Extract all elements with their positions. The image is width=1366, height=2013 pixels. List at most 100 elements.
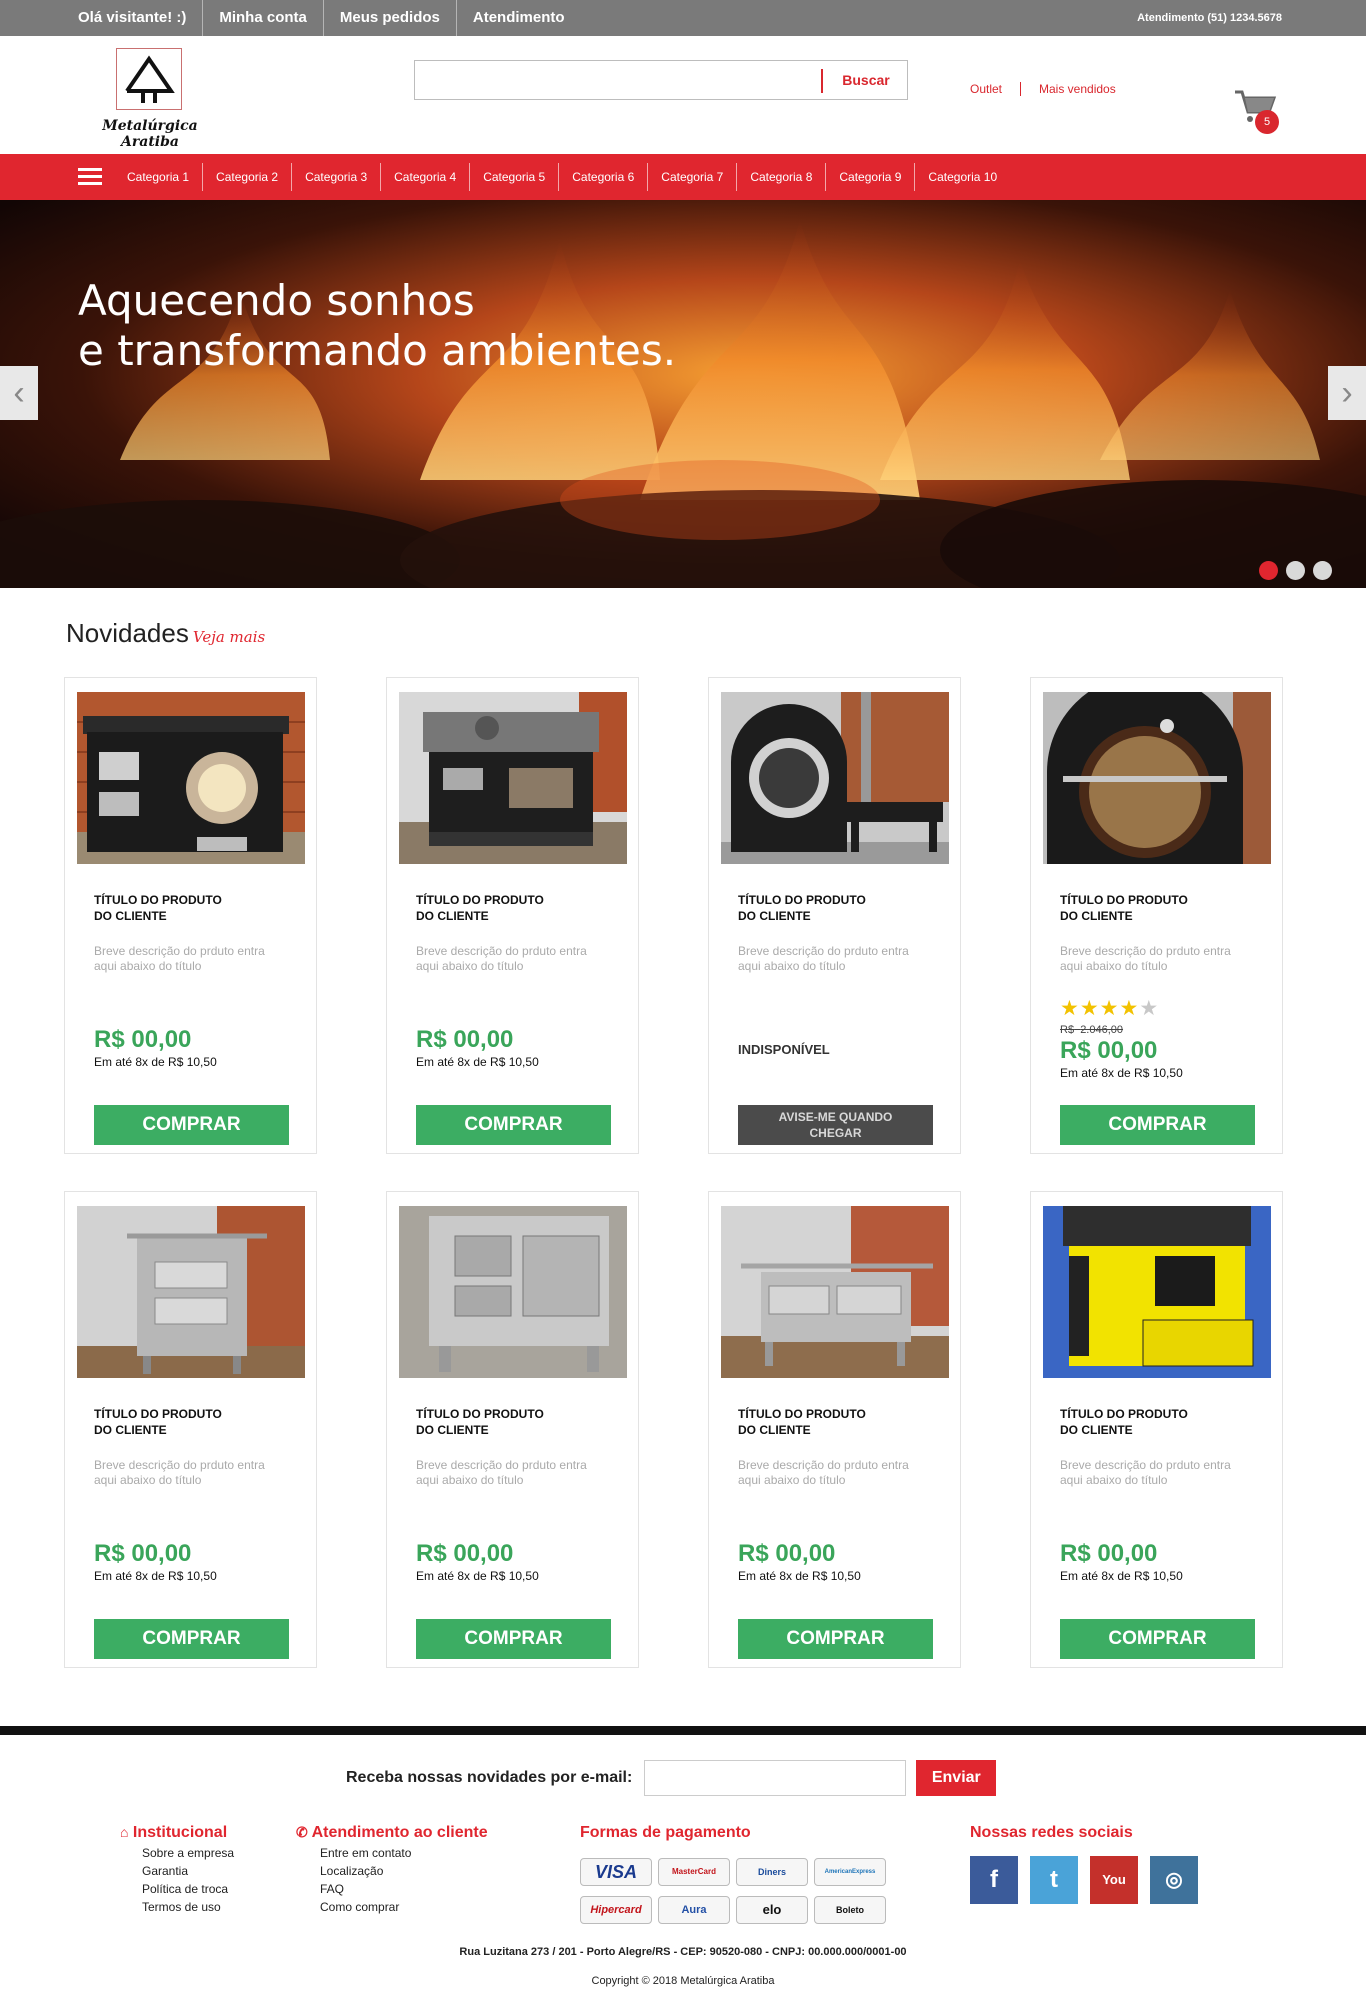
product-card[interactable]: TÍTULO DO PRODUTO DO CLIENTE Breve descr… (1030, 1191, 1283, 1668)
product-image[interactable] (77, 692, 305, 864)
logo[interactable]: Metalúrgica Aratiba (76, 48, 224, 150)
footer-link[interactable]: FAQ (320, 1880, 488, 1898)
search-button[interactable]: Buscar (825, 61, 907, 99)
product-card[interactable]: TÍTULO DO PRODUTO DO CLIENTE Breve descr… (708, 677, 961, 1154)
nav-category-7[interactable]: Categoria 7 (647, 163, 736, 191)
product-installments: Em até 8x de R$ 10,50 (738, 1569, 861, 1583)
buy-button[interactable]: COMPRAR (1060, 1105, 1255, 1145)
footer-link[interactable]: Termos de uso (142, 1898, 234, 1916)
nav-category-6[interactable]: Categoria 6 (558, 163, 647, 191)
star-icon: ★ (1079, 997, 1100, 1020)
old-price: R$ 2.046,00 (1060, 1024, 1124, 1036)
product-image[interactable] (399, 1206, 627, 1378)
menu-icon[interactable] (78, 168, 102, 186)
buy-button[interactable]: COMPRAR (1060, 1619, 1255, 1659)
notify-me-button[interactable]: AVISE-ME QUANDO CHEGAR (738, 1105, 933, 1145)
twitter-icon[interactable]: t (1030, 1856, 1078, 1904)
instagram-icon[interactable]: ◎ (1150, 1856, 1198, 1904)
footer-link[interactable]: Localização (320, 1862, 488, 1880)
top-bar: Olá visitante! :) Minha conta Meus pedid… (0, 0, 1366, 36)
newsletter-email-input[interactable] (644, 1760, 907, 1796)
product-image[interactable] (77, 1206, 305, 1378)
greeting-text: Olá visitante! :) (78, 9, 187, 26)
star-empty-icon: ★ (1139, 997, 1160, 1020)
product-title[interactable]: TÍTULO DO PRODUTO DO CLIENTE (416, 892, 616, 924)
nav-category-4[interactable]: Categoria 4 (380, 163, 469, 191)
footer-link[interactable]: Garantia (142, 1862, 234, 1880)
slider-dot-3[interactable] (1313, 561, 1332, 580)
product-card[interactable]: TÍTULO DO PRODUTO DO CLIENTE Breve descr… (64, 1191, 317, 1668)
product-title[interactable]: TÍTULO DO PRODUTO DO CLIENTE (94, 1406, 294, 1438)
search-separator (821, 69, 823, 93)
product-image[interactable] (1043, 1206, 1271, 1378)
slider-next-button[interactable]: › (1328, 366, 1366, 420)
nav-category-1[interactable]: Categoria 1 (118, 163, 202, 191)
support-link[interactable]: Atendimento (455, 0, 581, 36)
slider-dot-2[interactable] (1286, 561, 1305, 580)
phone-icon: ✆ (296, 1824, 308, 1840)
newsletter-submit-button[interactable]: Enviar (916, 1760, 997, 1796)
elo-icon: elo (736, 1896, 808, 1924)
product-card[interactable]: TÍTULO DO PRODUTO DO CLIENTE Breve descr… (64, 677, 317, 1154)
nav-category-9[interactable]: Categoria 9 (825, 163, 914, 191)
buy-button[interactable]: COMPRAR (738, 1619, 933, 1659)
product-title[interactable]: TÍTULO DO PRODUTO DO CLIENTE (738, 892, 938, 924)
product-price: R$ 00,00 (416, 1026, 514, 1053)
company-address: Rua Luzitana 273 / 201 - Porto Alegre/RS… (459, 1946, 907, 1958)
facebook-icon[interactable]: f (970, 1856, 1018, 1904)
star-icon: ★ (1099, 997, 1120, 1020)
footer-link[interactable]: Entre em contato (320, 1844, 488, 1862)
unavailable-label: INDISPONÍVEL (738, 1042, 830, 1057)
cart-count-badge: 5 (1255, 110, 1279, 134)
best-sellers-link[interactable]: Mais vendidos (1020, 82, 1134, 96)
buy-button[interactable]: COMPRAR (416, 1105, 611, 1145)
product-image[interactable] (1043, 692, 1271, 864)
nav-category-2[interactable]: Categoria 2 (202, 163, 291, 191)
section-title: Novidades Veja mais (66, 618, 265, 649)
aura-icon: Aura (658, 1896, 730, 1924)
buy-button[interactable]: COMPRAR (416, 1619, 611, 1659)
buy-button[interactable]: COMPRAR (94, 1619, 289, 1659)
nav-category-5[interactable]: Categoria 5 (469, 163, 558, 191)
product-card[interactable]: TÍTULO DO PRODUTO DO CLIENTE Breve descr… (708, 1191, 961, 1668)
nav-category-10[interactable]: Categoria 10 (914, 163, 1010, 191)
product-title[interactable]: TÍTULO DO PRODUTO DO CLIENTE (1060, 892, 1260, 924)
product-image[interactable] (721, 692, 949, 864)
product-image[interactable] (721, 1206, 949, 1378)
see-more-link[interactable]: Veja mais (193, 628, 265, 646)
product-title[interactable]: TÍTULO DO PRODUTO DO CLIENTE (94, 892, 294, 924)
cart-button[interactable]: 5 (1233, 90, 1285, 136)
footer-link[interactable]: Como comprar (320, 1898, 488, 1916)
product-installments: Em até 8x de R$ 10,50 (1060, 1569, 1183, 1583)
slider-prev-button[interactable]: ‹ (0, 366, 38, 420)
rating-stars: ★★★★★ (1060, 996, 1159, 1021)
site-header: Metalúrgica Aratiba Buscar Outlet Mais v… (0, 36, 1366, 154)
youtube-icon[interactable]: You (1090, 1856, 1138, 1904)
product-installments: Em até 8x de R$ 10,50 (416, 1055, 539, 1069)
buy-button[interactable]: COMPRAR (94, 1105, 289, 1145)
chevron-left-icon: ‹ (13, 374, 25, 412)
slider-dot-1[interactable] (1259, 561, 1278, 580)
logo-text: Metalúrgica Aratiba (102, 118, 198, 150)
logo-emblem (116, 48, 182, 110)
product-title[interactable]: TÍTULO DO PRODUTO DO CLIENTE (1060, 1406, 1260, 1438)
product-title[interactable]: TÍTULO DO PRODUTO DO CLIENTE (738, 1406, 938, 1438)
my-account-link[interactable]: Minha conta (202, 0, 323, 36)
product-card[interactable]: TÍTULO DO PRODUTO DO CLIENTE Breve descr… (386, 677, 639, 1154)
nav-category-8[interactable]: Categoria 8 (736, 163, 825, 191)
product-card[interactable]: TÍTULO DO PRODUTO DO CLIENTE Breve descr… (386, 1191, 639, 1668)
product-title[interactable]: TÍTULO DO PRODUTO DO CLIENTE (416, 1406, 616, 1438)
search-input[interactable] (415, 61, 821, 99)
mastercard-icon: MasterCard (658, 1858, 730, 1886)
outlet-link[interactable]: Outlet (970, 82, 1020, 96)
my-orders-link[interactable]: Meus pedidos (322, 0, 456, 36)
footer-payment: Formas de pagamento (580, 1824, 751, 1844)
footer-link[interactable]: Política de troca (142, 1880, 234, 1898)
product-card[interactable]: TÍTULO DO PRODUTO DO CLIENTE Breve descr… (1030, 677, 1283, 1154)
nav-category-3[interactable]: Categoria 3 (291, 163, 380, 191)
category-nav: Categoria 1 Categoria 2 Categoria 3 Cate… (0, 154, 1366, 200)
tree-icon (125, 55, 175, 103)
star-icon: ★ (1119, 997, 1140, 1020)
product-image[interactable] (399, 692, 627, 864)
footer-link[interactable]: Sobre a empresa (142, 1844, 234, 1862)
